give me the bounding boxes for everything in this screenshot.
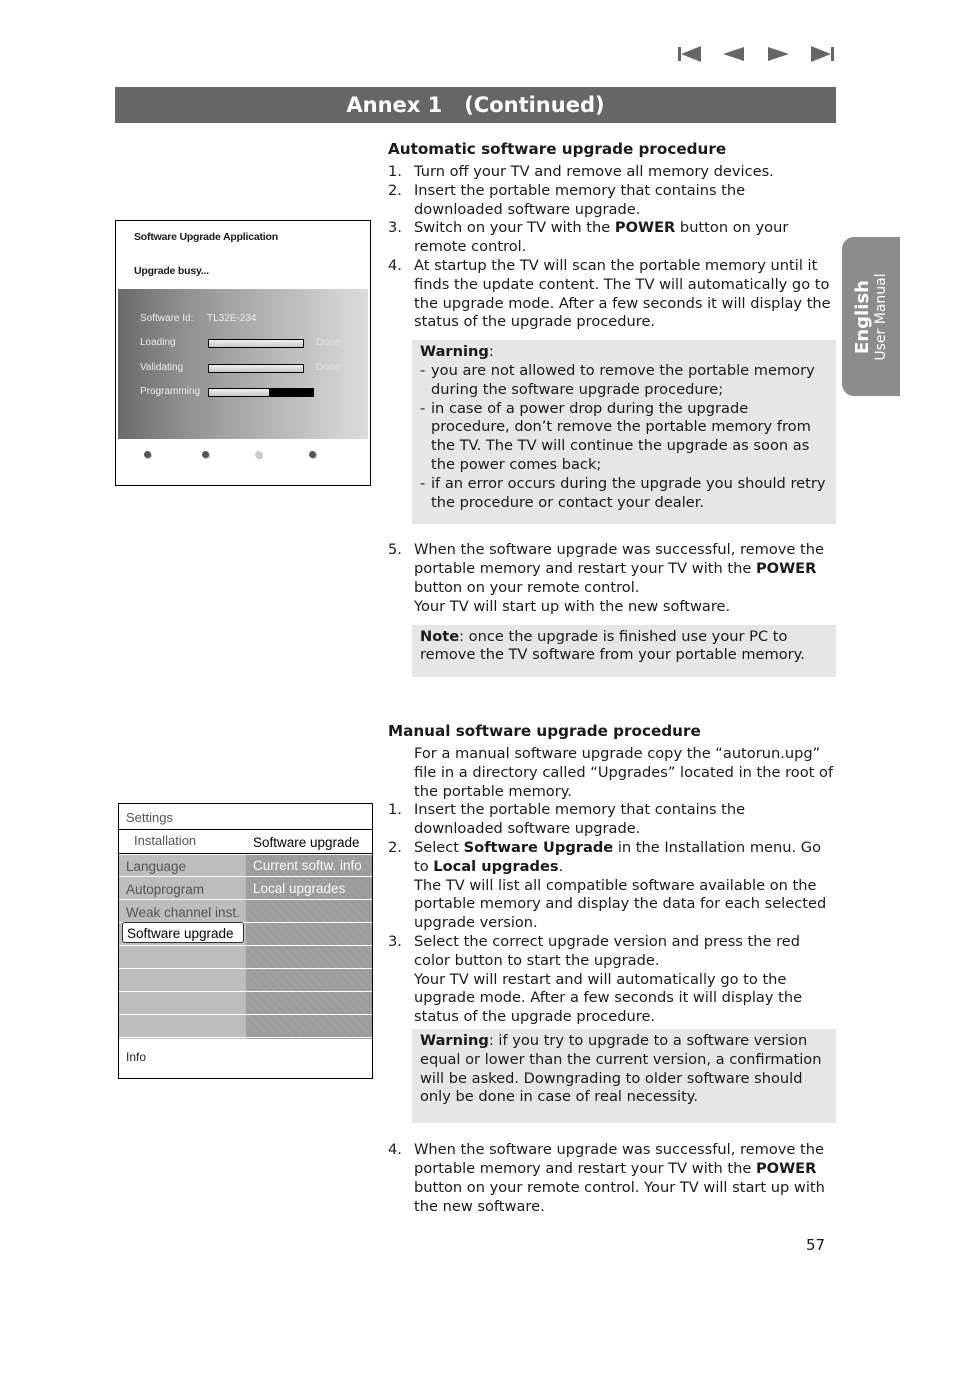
skip-to-end-icon — [811, 46, 834, 62]
software-id-value: TL32E-234 — [207, 313, 257, 324]
divider — [119, 829, 372, 830]
list-item: 2. Select Software Upgrade in the Install… — [388, 838, 827, 932]
step-state: Done — [316, 337, 340, 348]
menu-item-language[interactable]: Language — [119, 855, 246, 877]
menu-row — [246, 947, 372, 969]
steps-list: 5. When the software upgrade was successf… — [388, 541, 836, 616]
menu-item-current-software-info[interactable]: Current softw. info — [246, 855, 372, 877]
section-header: Annex 1 (Continued) — [115, 87, 836, 123]
previous-page-button[interactable] — [712, 42, 756, 66]
step-label: Programming — [140, 386, 201, 397]
color-dot-green — [202, 451, 209, 458]
list-item: 1. Insert the portable memory that contai… — [388, 801, 746, 838]
note-box: Note: once the upgrade is finished use y… — [412, 624, 836, 678]
menu-item-autoprogram[interactable]: Autoprogram — [119, 878, 246, 900]
list-item: 3. Select the correct upgrade version and… — [388, 932, 803, 1026]
menu-row — [119, 993, 246, 1015]
menu-item-software-upgrade-selected[interactable]: Software upgrade — [122, 922, 244, 943]
step-state: Done — [316, 362, 340, 373]
upgrade-application-screen: Software Upgrade Application Upgrade bus… — [115, 220, 371, 486]
screen-status: Upgrade busy... — [134, 265, 209, 277]
page-number: 57 — [806, 1236, 826, 1254]
menu-left-column: Language Autoprogram Weak channel inst. — [119, 855, 246, 1039]
next-page-button[interactable] — [756, 42, 800, 66]
menu-row — [246, 901, 372, 923]
programming-progress-bar — [208, 388, 314, 397]
menu-row — [246, 924, 372, 946]
menu-row — [246, 993, 372, 1015]
validating-progress-bar — [208, 364, 304, 373]
step-label: Validating — [140, 362, 184, 373]
triangle-left-icon — [723, 47, 744, 61]
list-item: 3. Switch on your TV with the POWER butto… — [388, 219, 789, 256]
note-label: Note — [420, 627, 460, 645]
warning-label: Warning — [420, 343, 489, 361]
settings-menu-screen: Settings Installation Software upgrade L… — [118, 803, 373, 1079]
color-dot-red — [144, 451, 151, 458]
warning-label: Warning — [420, 1031, 489, 1049]
warning-item: - in case of a power drop during the upgr… — [420, 399, 811, 473]
list-item: 5. When the software upgrade was successf… — [388, 541, 824, 615]
menu-row — [119, 947, 246, 969]
manual-label: User Manual — [873, 272, 889, 361]
loading-progress-bar — [208, 339, 304, 348]
warning-item: - you are not allowed to remove the porta… — [420, 361, 815, 398]
intro-text: For a manual software upgrade copy the “… — [414, 745, 834, 800]
section-heading: Automatic software upgrade procedure — [388, 140, 727, 158]
skip-to-start-icon — [678, 46, 701, 62]
steps-list: 1. Insert the portable memory that contai… — [388, 801, 836, 1027]
menu-row — [119, 1016, 246, 1038]
step-label: Loading — [140, 337, 176, 348]
last-page-button[interactable] — [800, 42, 844, 66]
warning-box: Warning: - you are not allowed to remove … — [412, 340, 836, 525]
section-heading: Manual software upgrade procedure — [388, 722, 701, 740]
language-side-tab: English User Manual — [842, 237, 900, 396]
software-id-label: Software Id: — [140, 313, 194, 324]
automatic-procedure-section: Automatic software upgrade procedure 1. T… — [388, 139, 836, 678]
warning-item: - if an error occurs during the upgrade y… — [420, 474, 826, 511]
divider — [119, 853, 372, 854]
list-item: 1. Turn off your TV and remove all memory… — [388, 163, 774, 180]
menu-item-weak-channel[interactable]: Weak channel inst. — [119, 901, 246, 923]
menu-row — [246, 1016, 372, 1038]
page-navigation — [668, 42, 844, 66]
first-page-button[interactable] — [668, 42, 712, 66]
screen-title: Software Upgrade Application — [134, 231, 278, 243]
right-panel-title: Software upgrade — [253, 835, 360, 850]
info-label: Info — [126, 1050, 147, 1064]
manual-procedure-section: Manual software upgrade procedure For a … — [388, 721, 836, 1216]
language-label: English — [852, 279, 873, 354]
list-item: 2. Insert the portable memory that contai… — [388, 181, 746, 218]
warning-box: Warning: if you try to upgrade to a soft… — [412, 1028, 836, 1124]
color-dot-yellow — [255, 451, 262, 458]
progress-panel: Software Id: TL32E-234 Loading Done Vali… — [118, 289, 368, 439]
menu-item-local-upgrades[interactable]: Local upgrades — [246, 878, 372, 900]
submenu-title: Installation — [134, 833, 197, 848]
color-dot-blue — [309, 451, 316, 458]
steps-list: 1. Turn off your TV and remove all memory… — [388, 163, 836, 332]
triangle-right-icon — [768, 47, 789, 61]
menu-right-column: Current softw. info Local upgrades — [246, 855, 372, 1039]
list-item: 4. At startup the TV will scan the portab… — [388, 256, 831, 331]
list-item: 4. When the software upgrade was successf… — [388, 1141, 825, 1215]
menu-row — [246, 970, 372, 992]
menu-header: Settings — [126, 810, 173, 825]
steps-list: 4. When the software upgrade was successf… — [388, 1141, 836, 1216]
menu-row — [119, 970, 246, 992]
